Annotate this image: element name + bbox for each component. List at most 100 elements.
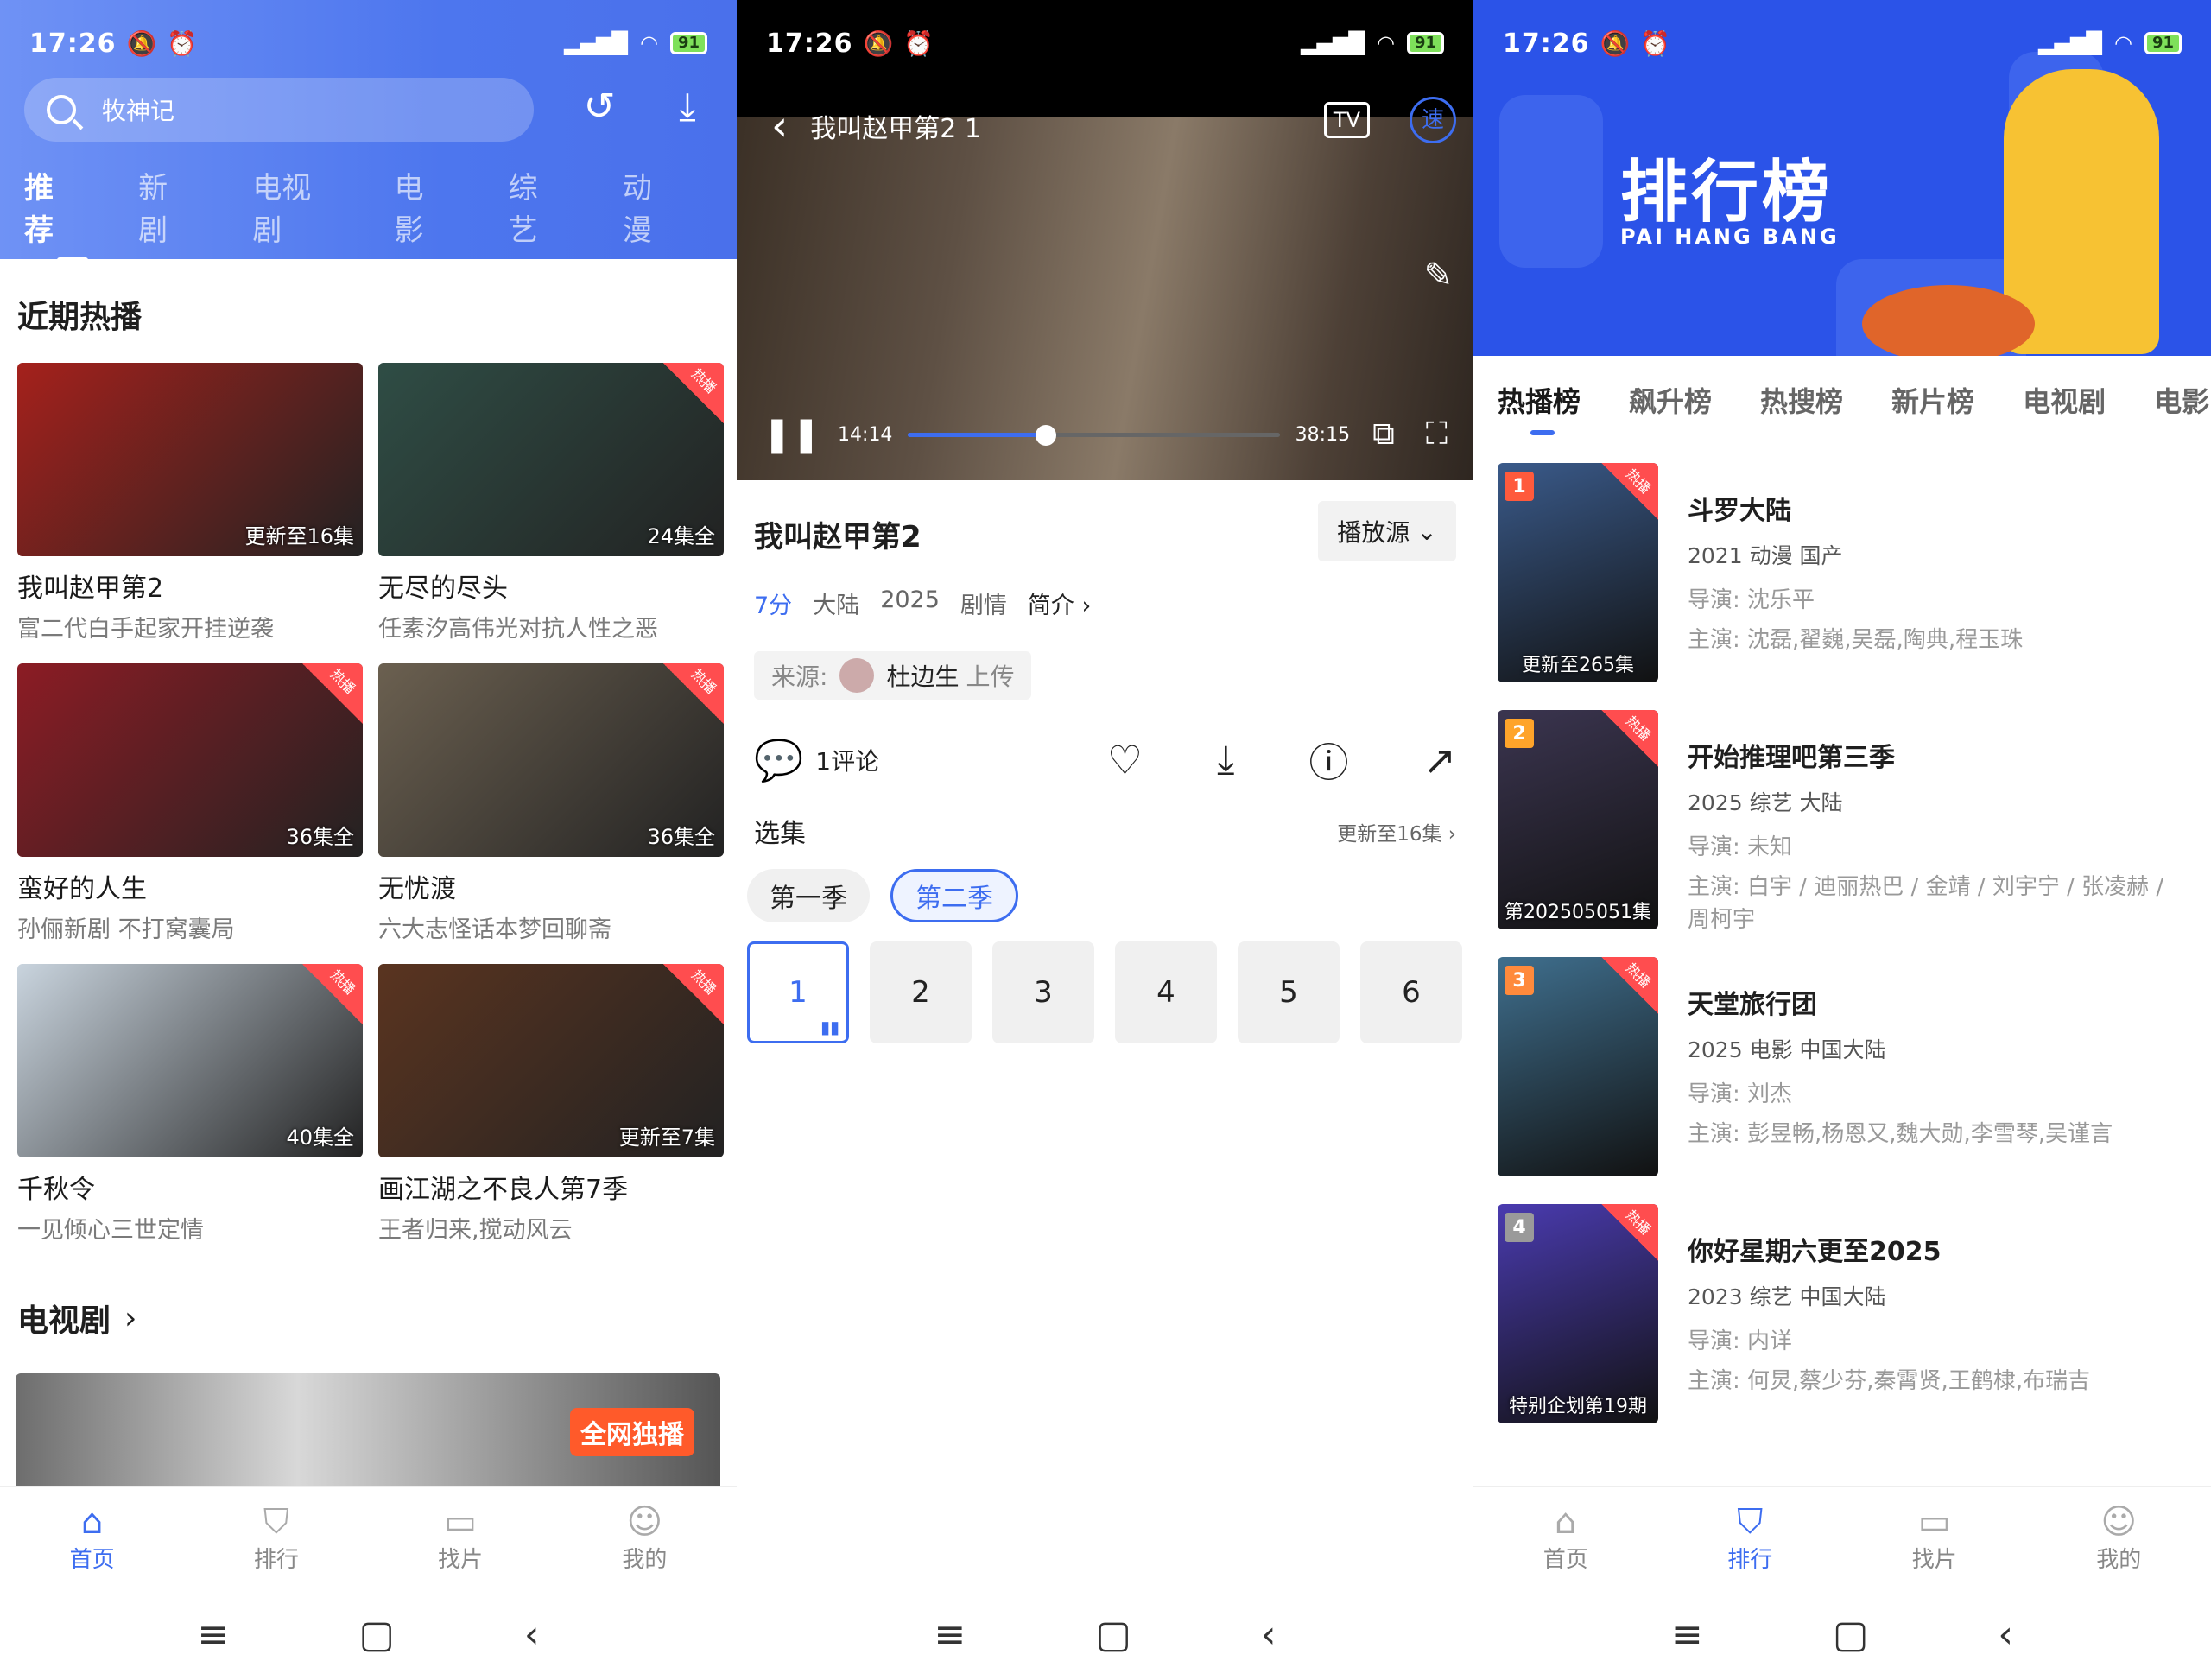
edit-pencil-icon[interactable]: ✎ <box>1423 256 1453 295</box>
season-2-button[interactable]: 第二季 <box>890 869 1018 922</box>
nav-find[interactable]: ▭ 找片 <box>369 1487 553 1589</box>
video-meta: 7分 大陆 2025 剧情 简介 › <box>754 586 1456 620</box>
progress-knob[interactable] <box>1035 424 1056 446</box>
hot-badge: 热播 <box>1601 463 1658 520</box>
search-input[interactable]: 牧神记 <box>24 78 534 142</box>
wifi-icon: ◠ <box>1376 31 1395 55</box>
season-1-button[interactable]: 第一季 <box>747 869 870 922</box>
rank-number: 3 <box>1505 966 1534 995</box>
ranking-item[interactable]: 4 热播 特别企划第19期 你好星期六更至2025 2023 综艺 中国大陆 导演: 内详… <box>1498 1204 2187 1425</box>
mini-window-icon[interactable]: ⧉ <box>1372 416 1395 453</box>
episode-button[interactable]: 4 <box>1115 941 1217 1043</box>
nav-home[interactable]: ⌂ 首页 <box>1473 1487 1658 1589</box>
home-square-icon[interactable]: ▢ <box>358 1613 395 1657</box>
cast-tv-icon[interactable]: TV <box>1323 102 1370 138</box>
episode-button[interactable]: 5 <box>1238 941 1340 1043</box>
episodes-label: 选集 <box>754 819 806 849</box>
video-card[interactable]: 热播 40集全 千秋令 一见倾心三世定情 <box>17 964 363 1245</box>
video-card[interactable]: 热播 更新至7集 画江湖之不良人第7季 王者归来,搅动风云 <box>378 964 724 1245</box>
mute-icon: 🔕 <box>1600 29 1631 58</box>
uploader-chip[interactable]: 来源: 杜边生 上传 <box>754 651 1032 700</box>
tab-rising[interactable]: 飙升榜 <box>1629 380 1712 420</box>
nav-mine[interactable]: ☺ 我的 <box>553 1487 737 1589</box>
back-arrow-icon[interactable]: ‹ <box>771 102 788 150</box>
video-card[interactable]: 热播 36集全 蛮好的人生 孙俪新剧 不打窝囊局 <box>17 663 363 944</box>
ranking-title: 斗罗大陆 <box>1688 496 1791 526</box>
tab-movie[interactable]: 电影 <box>395 164 450 249</box>
tab-tv[interactable]: 电视剧 <box>2023 380 2106 420</box>
score: 7分 <box>754 593 793 619</box>
source-select-button[interactable]: 播放源 ⌄ <box>1318 501 1456 561</box>
back-icon[interactable]: ‹ <box>524 1613 540 1657</box>
progress-track[interactable] <box>908 424 1280 446</box>
tab-search[interactable]: 热搜榜 <box>1760 380 1843 420</box>
episode-button[interactable]: 2 <box>870 941 972 1043</box>
status-bar: 17:26 🔕 ⏰ ▂▄▆█ ◠ 91 <box>1473 0 2211 86</box>
pause-icon[interactable]: ❚❚ <box>763 415 820 454</box>
pot-illustration <box>1862 285 2035 356</box>
nav-rank[interactable]: ⛉ 排行 <box>184 1487 368 1589</box>
season-tabs: 第一季 第二季 <box>747 869 1018 922</box>
nav-mine[interactable]: ☺ 我的 <box>2027 1487 2211 1589</box>
menu-icon[interactable]: ≡ <box>197 1613 229 1657</box>
tab-hot[interactable]: 热播榜 <box>1498 380 1581 435</box>
episode-button[interactable]: 6 <box>1360 941 1462 1043</box>
speed-icon[interactable]: 速 <box>1410 97 1456 143</box>
episodes-update[interactable]: 更新至16集 › <box>1337 817 1456 846</box>
help-icon[interactable]: ⓘ <box>1308 732 1348 789</box>
back-icon[interactable]: ‹ <box>1998 1613 2013 1657</box>
episode-status: 更新至16集 <box>244 524 354 548</box>
tab-recommend[interactable]: 推荐 <box>24 164 89 263</box>
tab-movie[interactable]: 电影 <box>2154 380 2209 420</box>
ranking-text: 开始推理吧第三季 2025 综艺 大陆 导演: 未知 主演: 白宇 / 迪丽热巴 / … <box>1688 736 2187 936</box>
section-tv-title[interactable]: 电视剧 › <box>17 1296 136 1341</box>
video-card[interactable]: 热播 36集全 无忧渡 六大志怪话本梦回聊斋 <box>378 663 724 944</box>
mute-icon: 🔕 <box>863 29 894 58</box>
ranking-item[interactable]: 2 热播 第202505051集 开始推理吧第三季 2025 综艺 大陆 导演: 未知 主演… <box>1498 710 2187 933</box>
video-player[interactable]: 17:26 🔕 ⏰ ▂▄▆█ ◠ 91 ‹ 我叫赵甲第2 1 TV 速 ✎ ❚❚… <box>737 0 1473 480</box>
video-card[interactable]: 更新至16集 我叫赵甲第2 富二代白手起家开挂逆袭 <box>17 363 363 643</box>
ranking-item[interactable]: 3 热播 天堂旅行团 2025 电影 中国大陆 导演: 刘杰 主演: 彭昱畅,杨恩又,魏大… <box>1498 957 2187 1178</box>
back-icon[interactable]: ‹ <box>1261 1613 1277 1657</box>
tab-tv[interactable]: 电视剧 <box>252 164 335 249</box>
rank-number: 4 <box>1505 1213 1534 1242</box>
home-square-icon[interactable]: ▢ <box>1095 1613 1131 1657</box>
ranking-item[interactable]: 1 热播 更新至265集 斗罗大陆 2021 动漫 国产 导演: 沈乐平 主演: 沈磊,翟巍… <box>1498 463 2187 684</box>
episode-status: 24集全 <box>647 524 715 548</box>
menu-icon[interactable]: ≡ <box>1671 1613 1703 1657</box>
home-square-icon[interactable]: ▢ <box>1833 1613 1869 1657</box>
comment-count[interactable]: 1评论 <box>815 743 879 777</box>
favorite-icon[interactable]: ♡ <box>1107 737 1143 783</box>
card-title: 画江湖之不良人第7季 <box>378 1175 629 1205</box>
download-icon[interactable]: ⤓ <box>1217 736 1234 784</box>
fullscreen-icon[interactable]: ⛶ <box>1426 416 1448 453</box>
share-icon[interactable]: ↗ <box>1422 737 1456 783</box>
menu-icon[interactable]: ≡ <box>934 1613 966 1657</box>
episode-button[interactable]: 1 ▮▮ <box>747 941 849 1043</box>
banner-deco <box>1499 95 1603 268</box>
history-icon[interactable]: ↺ <box>573 81 625 133</box>
download-icon[interactable]: ⤓ <box>662 81 713 133</box>
tv-banner[interactable]: 全网独播 <box>16 1373 720 1486</box>
tab-anime[interactable]: 动漫 <box>623 164 678 249</box>
nav-find[interactable]: ▭ 找片 <box>1842 1487 2027 1589</box>
tab-new[interactable]: 新片榜 <box>1891 380 1974 420</box>
poster-image: 2 热播 第202505051集 <box>1498 710 1658 929</box>
nav-rank[interactable]: ⛉ 排行 <box>1658 1487 1843 1589</box>
category-tabs: 推荐 新剧 电视剧 电影 综艺 动漫 <box>24 164 737 263</box>
video-card[interactable]: 热播 24集全 无尽的尽头 任素汐高伟光对抗人性之恶 <box>378 363 724 643</box>
ranking-director: 导演: 内详 <box>1688 1328 1793 1354</box>
ranking-director: 导演: 沈乐平 <box>1688 587 1815 613</box>
nav-home[interactable]: ⌂ 首页 <box>0 1487 184 1589</box>
tab-variety[interactable]: 综艺 <box>509 164 564 249</box>
tab-new[interactable]: 新剧 <box>138 164 193 249</box>
comment-icon[interactable]: 💬 <box>754 737 803 784</box>
meta-region: 大陆 <box>813 593 860 619</box>
ranking-cast: 主演: 何炅,蔡少芬,秦霄贤,王鹤棣,布瑞吉 <box>1688 1368 2091 1394</box>
screen-player: 17:26 🔕 ⏰ ▂▄▆█ ◠ 91 ‹ 我叫赵甲第2 1 TV 速 ✎ ❚❚… <box>737 0 1473 1680</box>
banner-subtitle: PAI HANG BANG <box>1620 225 1840 249</box>
card-desc: 一见倾心三世定情 <box>17 1217 204 1244</box>
episode-button[interactable]: 3 <box>992 941 1094 1043</box>
signal-icon: ▂▄▆█ <box>564 31 628 55</box>
intro-link[interactable]: 简介 › <box>1028 586 1091 620</box>
